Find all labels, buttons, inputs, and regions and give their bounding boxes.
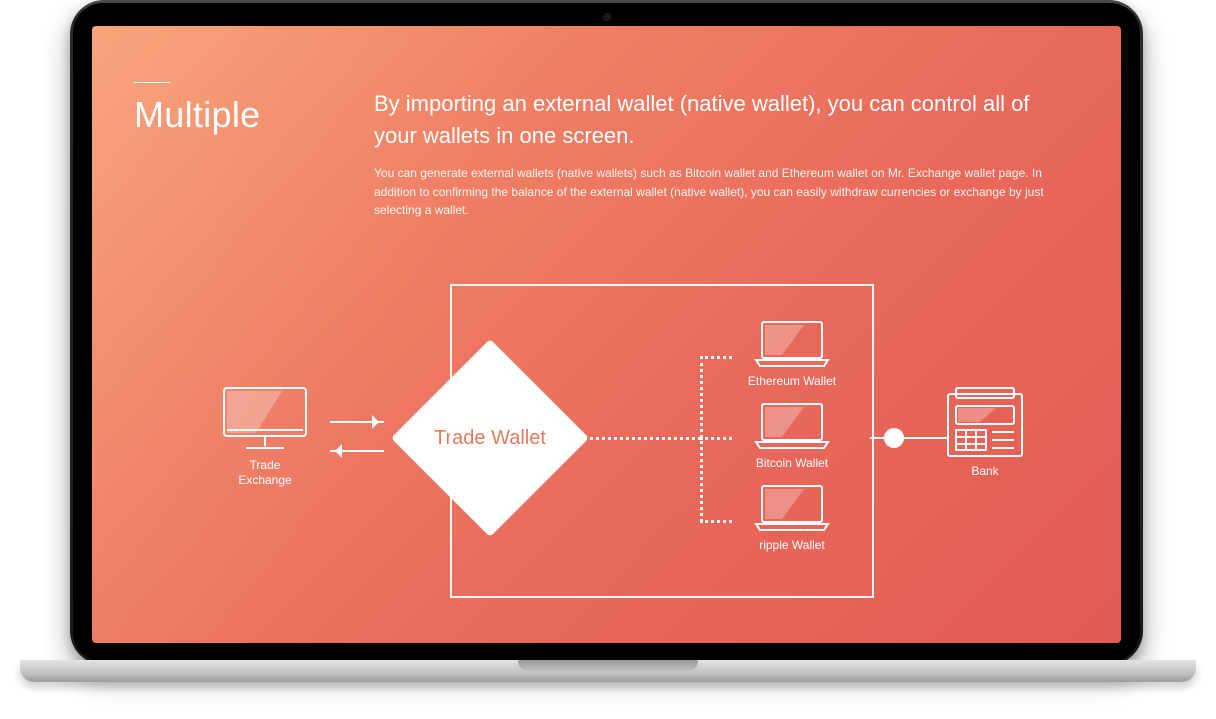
dotted-bracket-vertical (700, 356, 703, 522)
wallet-label: ripple Wallet (732, 538, 852, 553)
wallet-label: Bitcoin Wallet (732, 456, 852, 471)
arrow-left-icon (330, 450, 384, 452)
laptop-bezel: Multiple By importing an external wallet… (70, 0, 1143, 665)
laptop-notch (518, 660, 698, 671)
laptop-icon (754, 402, 830, 450)
dotted-branch-top (700, 356, 732, 359)
screen-content: Multiple By importing an external wallet… (92, 26, 1121, 643)
wallet-node-ethereum: Ethereum Wallet (732, 320, 852, 389)
dotted-branch-bot (700, 520, 732, 523)
lead-text: By importing an external wallet (native … (374, 88, 1049, 152)
trade-wallet-node: Trade Wallet (391, 339, 589, 537)
laptop-icon (754, 320, 830, 368)
laptop-mockup: Multiple By importing an external wallet… (0, 0, 1216, 719)
bank-node: Bank (942, 386, 1028, 479)
arrow-right-icon (330, 421, 384, 423)
dotted-connector (565, 437, 701, 440)
wallet-node-bitcoin: Bitcoin Wallet (732, 402, 852, 471)
title-rule (134, 82, 170, 83)
atm-icon (946, 386, 1024, 458)
wallet-label: Ethereum Wallet (732, 374, 852, 389)
trade-exchange-node: Trade Exchange (218, 386, 312, 488)
dotted-branch-mid (700, 437, 732, 440)
laptop-icon (754, 484, 830, 532)
trade-exchange-label: Trade Exchange (218, 458, 312, 488)
body-text: You can generate external wallets (nativ… (374, 164, 1053, 220)
wallet-node-ripple: ripple Wallet (732, 484, 852, 553)
laptop-base (20, 660, 1196, 682)
camera-dot-icon (603, 13, 611, 21)
wallet-group-frame (450, 284, 874, 598)
trade-wallet-label: Trade Wallet (434, 426, 546, 450)
bank-connector (870, 437, 948, 439)
desktop-monitor-icon (222, 386, 308, 452)
section-title: Multiple (134, 94, 260, 136)
bank-label: Bank (942, 464, 1028, 479)
